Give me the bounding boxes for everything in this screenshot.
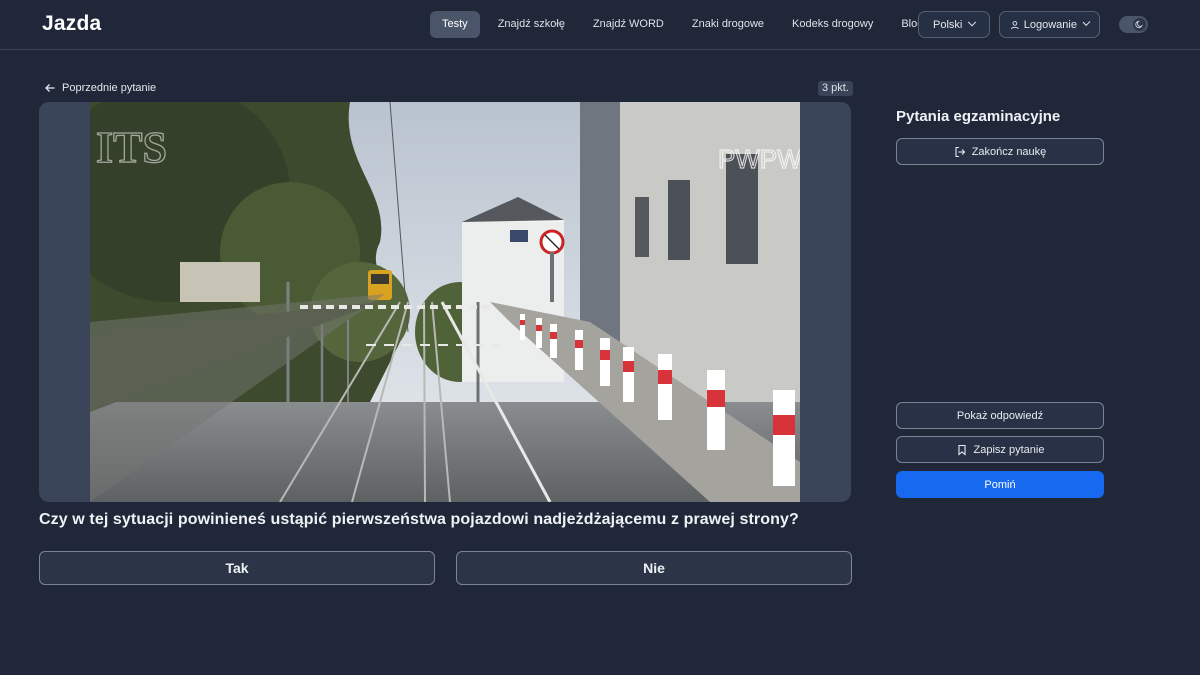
nav-tests[interactable]: Testy xyxy=(430,11,480,38)
logo-text: Jazda xyxy=(42,12,102,35)
previous-question-label: Poprzednie pytanie xyxy=(62,82,157,94)
question-text: Czy w tej sytuacji powinieneś ustąpić pi… xyxy=(39,511,799,528)
watermark-its: ITS xyxy=(96,123,167,172)
logout-icon xyxy=(955,146,965,157)
main-nav: Testy Znajdź szkołę Znajdź WORD Znaki dr… xyxy=(430,11,937,38)
moon-icon xyxy=(1135,20,1143,29)
road-scene-image: ITS PWPW xyxy=(90,102,800,502)
previous-question-link[interactable]: Poprzednie pytanie xyxy=(44,80,156,96)
nav-find-school[interactable]: Znajdź szkołę xyxy=(484,11,579,38)
language-select[interactable]: Polski xyxy=(918,11,990,38)
end-learning-label: Zakończ naukę xyxy=(971,145,1047,158)
question-media: ITS PWPW xyxy=(39,102,851,502)
language-label: Polski xyxy=(933,18,963,31)
bookmark-icon xyxy=(957,444,966,456)
show-answer-button[interactable]: Pokaż odpowiedź xyxy=(896,402,1104,429)
watermark-pwpw: PWPW xyxy=(718,144,800,174)
chevron-down-icon xyxy=(1082,17,1091,26)
answer-yes-button[interactable]: Tak xyxy=(39,551,435,585)
save-question-label: Zapisz pytanie xyxy=(973,443,1045,456)
save-question-button[interactable]: Zapisz pytanie xyxy=(896,436,1104,463)
nav-road-code[interactable]: Kodeks drogowy xyxy=(778,11,887,38)
toggle-knob xyxy=(1133,18,1146,31)
top-navbar: Jazda Testy Znajdź szkołę Znajdź WORD Zn… xyxy=(0,0,1200,50)
answer-no-button[interactable]: Nie xyxy=(456,551,852,585)
chevron-down-icon xyxy=(968,17,977,26)
sidebar-title: Pytania egzaminacyjne xyxy=(896,108,1061,125)
end-learning-button[interactable]: Zakończ naukę xyxy=(896,138,1104,165)
nav-find-word[interactable]: Znajdź WORD xyxy=(579,11,678,38)
logo[interactable]: Jazda xyxy=(42,10,101,38)
login-dropdown[interactable]: Logowanie xyxy=(999,11,1100,38)
theme-toggle[interactable] xyxy=(1119,16,1148,33)
user-icon xyxy=(1011,20,1019,29)
points-badge: 3 pkt. xyxy=(818,81,853,96)
skip-button[interactable]: Pomiń xyxy=(896,471,1104,498)
arrow-left-icon xyxy=(45,84,55,92)
login-label: Logowanie xyxy=(1023,18,1077,31)
nav-road-signs[interactable]: Znaki drogowe xyxy=(678,11,778,38)
